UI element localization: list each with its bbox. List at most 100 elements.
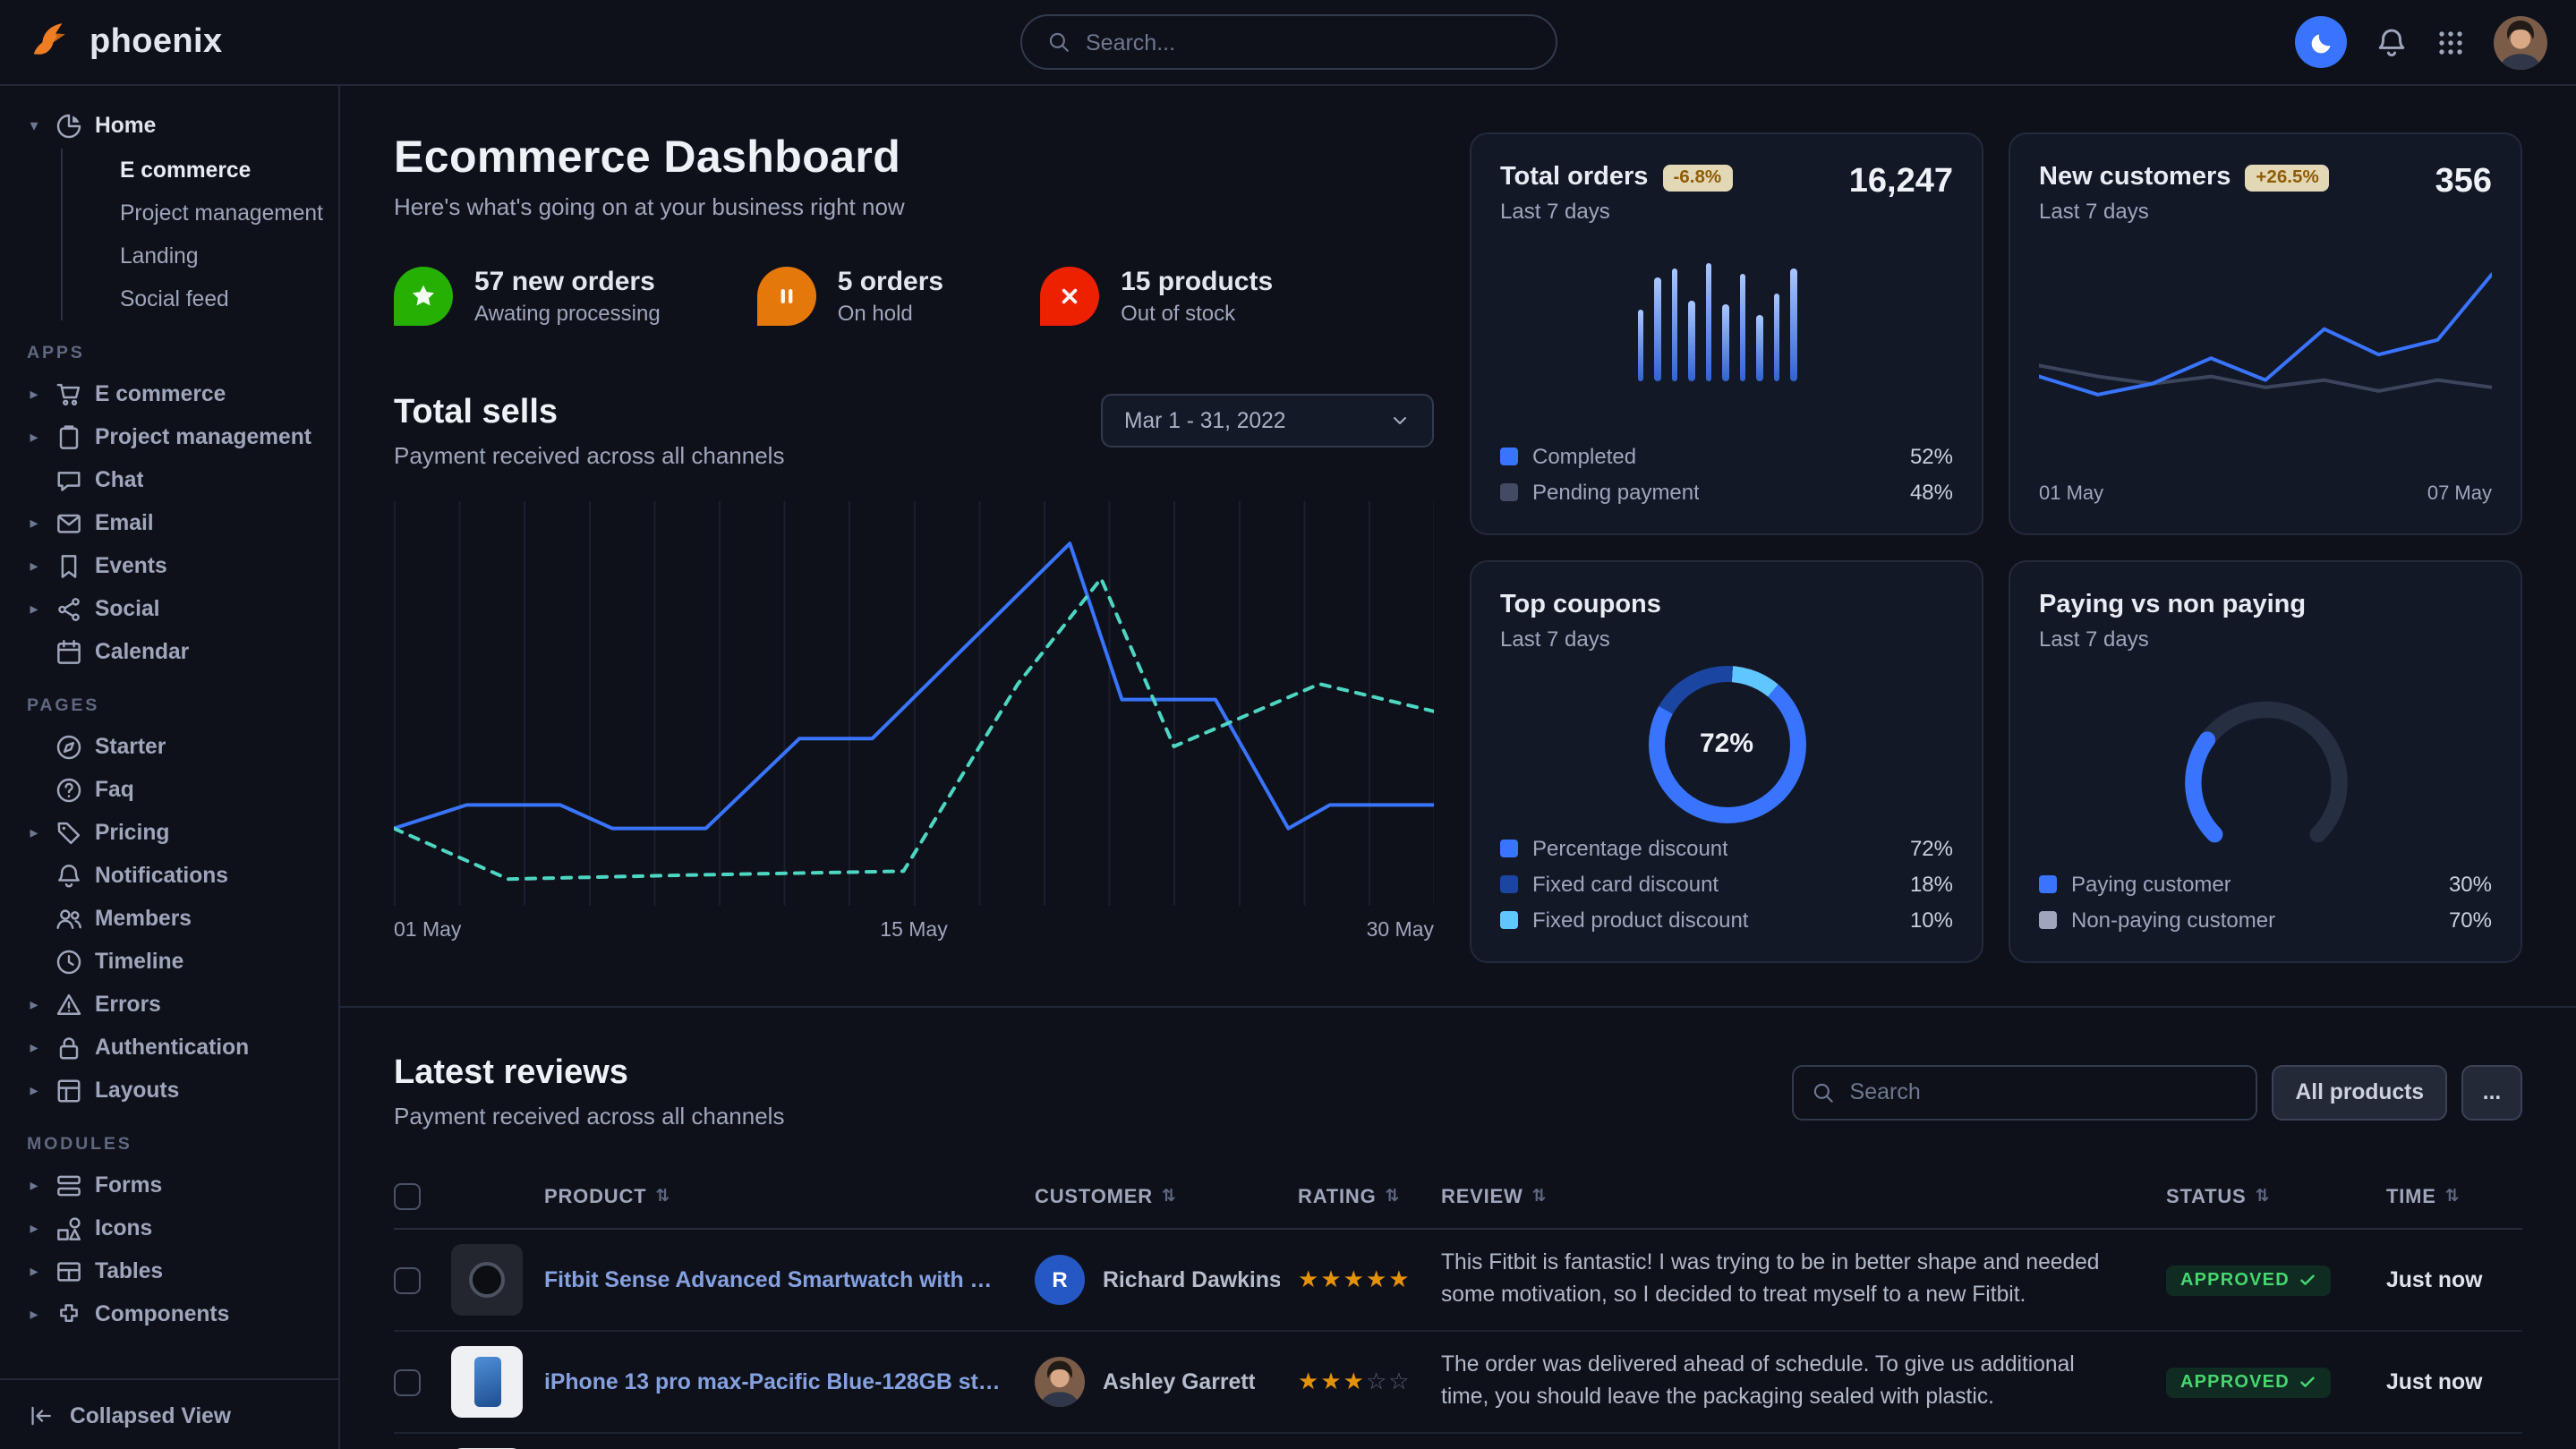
legend-swatch [2039,875,2057,893]
sort-icon: ⇅ [1162,1187,1177,1206]
sidebar-item-calendar[interactable]: Calendar [25,630,317,673]
chevron-right-icon[interactable]: ▸ [25,1261,43,1281]
stat-bubble [757,267,816,326]
chevron-right-icon[interactable]: ▸ [25,556,43,575]
compass-icon [55,733,82,760]
chevron-right-icon[interactable]: ▸ [25,823,43,842]
customer-avatar-photo[interactable] [1035,1357,1085,1407]
customer-name[interactable]: Richard Dawkins [1103,1267,1280,1292]
status-label: APPROVED [2180,1270,2290,1290]
stat-value: 15 products [1121,267,1273,297]
column-header-time[interactable]: TIME⇅ [2386,1186,2522,1207]
chevron-right-icon[interactable]: ▸ [25,994,43,1014]
column-header-customer[interactable]: CUSTOMER⇅ [1035,1186,1298,1207]
chevron-right-icon[interactable]: ▸ [25,1175,43,1195]
legend-swatch [1500,875,1518,893]
bar [1654,278,1660,381]
reviews-search[interactable] [1793,1064,2258,1120]
card-title: New customers [2039,163,2231,192]
table-row-partial [394,1434,2522,1449]
sidebar-item-home[interactable]: ▾ Home [25,104,317,147]
sidebar-item-social[interactable]: ▸Social [25,587,317,630]
product-link[interactable]: iPhone 13 pro max-Pacific Blue-128GB sto… [544,1369,1002,1394]
product-image-phone[interactable] [451,1346,523,1418]
column-header-review[interactable]: REVIEW⇅ [1441,1186,2166,1207]
row-checkbox[interactable] [394,1266,421,1293]
user-avatar[interactable] [2494,15,2547,69]
legend-value: 30% [2449,872,2492,897]
sidebar-item-project-management[interactable]: Project management [63,192,317,234]
pause-icon [773,283,800,310]
sidebar-item-label: Authentication [95,1035,249,1060]
reviews-search-input[interactable] [1850,1079,2239,1104]
chevron-right-icon[interactable]: ▸ [25,384,43,404]
chevron-right-icon[interactable]: ▸ [25,513,43,533]
sidebar-item-faq[interactable]: Faq [25,768,317,811]
theme-toggle-button[interactable] [2295,16,2347,68]
collapsed-view-label: Collapsed View [70,1402,231,1428]
navbar-search[interactable] [1019,14,1557,70]
bar [1722,304,1728,381]
product-link[interactable]: Fitbit Sense Advanced Smartwatch with To… [544,1267,1002,1292]
more-options-button[interactable]: ... [2461,1064,2522,1120]
legend-swatch [1500,483,1518,501]
date-range-select[interactable]: Mar 1 - 31, 2022 [1101,394,1434,447]
sidebar-item-chat[interactable]: Chat [25,458,317,501]
sidebar-item-label: Home [95,113,156,138]
status-label: APPROVED [2180,1372,2290,1392]
customer-name[interactable]: Ashley Garrett [1103,1369,1256,1394]
sidebar-section-title: APPS [27,344,317,363]
table-row: iPhone 13 pro max-Pacific Blue-128GB sto… [394,1332,2522,1434]
select-all-checkbox[interactable] [394,1183,421,1210]
sidebar-item-authentication[interactable]: ▸ Authentication [25,1026,317,1069]
sidebar-item-label: Errors [95,992,161,1017]
product-image-watch[interactable] [451,1244,523,1316]
sidebar-item-events[interactable]: ▸Events [25,544,317,587]
sidebar-item-label: Layouts [95,1078,179,1103]
sidebar-item-landing[interactable]: Landing [63,234,317,277]
sidebar-item-members[interactable]: Members [25,897,317,940]
chevron-right-icon[interactable]: ▸ [25,599,43,618]
sidebar-item-pricing[interactable]: ▸Pricing [25,811,317,854]
total-sells-title: Total sells [394,394,784,433]
sidebar-item-e-commerce[interactable]: E commerce [63,149,317,192]
card-title: Top coupons [1500,591,1661,619]
notifications-button[interactable] [2376,26,2408,58]
legend-item: Paying customer30% [2039,872,2492,897]
customer-avatar-initial[interactable]: R [1035,1255,1085,1305]
sidebar-item-email[interactable]: ▸Email [25,501,317,544]
stat-item: 5 ordersOn hold [757,267,943,326]
chevron-right-icon[interactable]: ▸ [25,1304,43,1324]
column-header-rating[interactable]: RATING⇅ [1298,1186,1441,1207]
chevron-right-icon[interactable]: ▸ [25,1037,43,1057]
chevron-right-icon[interactable]: ▸ [25,1218,43,1238]
apps-menu-button[interactable] [2436,28,2465,56]
table-icon [55,1257,82,1284]
column-header-product[interactable]: PRODUCT⇅ [451,1186,1035,1207]
bar [1705,263,1711,381]
sidebar-item-timeline[interactable]: Timeline [25,940,317,983]
sidebar-item-project-management[interactable]: ▸Project management [25,415,317,458]
sidebar-item-notifications[interactable]: Notifications [25,854,317,897]
total-sells-header: Total sells Payment received across all … [394,394,1434,469]
sidebar-item-layouts[interactable]: ▸ Layouts [25,1069,317,1112]
sidebar-item-forms[interactable]: ▸Forms [25,1163,317,1206]
collapsed-view-toggle[interactable]: Collapsed View [0,1378,338,1449]
row-checkbox[interactable] [394,1368,421,1395]
search-input[interactable] [1086,30,1530,55]
star-filled-icon: ★ [1343,1266,1364,1294]
column-header-status[interactable]: STATUS⇅ [2166,1186,2386,1207]
caret-down-icon[interactable]: ▾ [25,115,43,135]
sidebar-item-errors[interactable]: ▸ Errors [25,983,317,1026]
sidebar-item-tables[interactable]: ▸Tables [25,1249,317,1292]
sidebar-item-components[interactable]: ▸Components [25,1292,317,1335]
chevron-right-icon[interactable]: ▸ [25,1080,43,1100]
sidebar-item-starter[interactable]: Starter [25,725,317,768]
chevron-down-icon [1389,410,1411,431]
chevron-right-icon[interactable]: ▸ [25,427,43,447]
sidebar-item-e-commerce[interactable]: ▸E commerce [25,372,317,415]
all-products-button[interactable]: All products [2273,1064,2447,1120]
brand[interactable]: phoenix [29,19,223,65]
sidebar-item-icons[interactable]: ▸Icons [25,1206,317,1249]
sidebar-item-social-feed[interactable]: Social feed [63,277,317,320]
